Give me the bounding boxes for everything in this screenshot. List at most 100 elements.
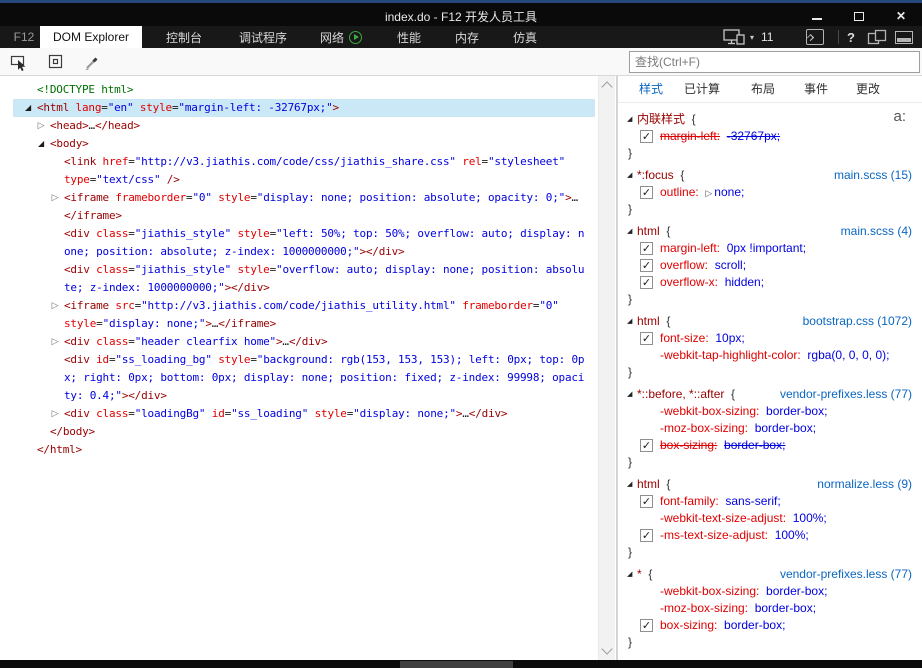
stylesheet-link[interactable]: main.scss (4): [841, 223, 912, 240]
scroll-down-icon[interactable]: [601, 643, 613, 655]
attribute-name-token: style: [237, 227, 270, 240]
highlight-elements-button[interactable]: [44, 51, 68, 73]
attribute-name-token: style: [314, 407, 347, 420]
dom-tree-node[interactable]: </body>: [0, 423, 598, 441]
dom-tree-node[interactable]: type="text/css" />: [0, 171, 598, 189]
open-brace: {: [685, 112, 696, 126]
help-button[interactable]: ?: [847, 26, 855, 48]
tag-token: <head>: [50, 119, 89, 132]
dom-tree-scrollbar[interactable]: [598, 76, 615, 660]
property-checkbox[interactable]: ✓: [640, 276, 653, 289]
property-checkbox[interactable]: ✓: [640, 259, 653, 272]
styles-tab-styles[interactable]: 样式: [639, 76, 663, 102]
property-checkbox[interactable]: ✓: [640, 332, 653, 345]
dom-tree-node[interactable]: x; right: 0px; bottom: 0px; display: non…: [0, 369, 598, 387]
attribute-value-token: "text/css": [96, 173, 161, 186]
stylesheet-link[interactable]: vendor-prefixes.less (77): [780, 386, 912, 403]
dom-node-markup: one; position: absolute; z-index: 100000…: [0, 243, 598, 261]
dom-tree-node[interactable]: <!DOCTYPE html>: [0, 81, 598, 99]
property-checkbox[interactable]: ✓: [640, 529, 653, 542]
dom-tree-node[interactable]: </html>: [0, 441, 598, 459]
tab-console[interactable]: 控制台: [154, 26, 214, 48]
property-checkbox[interactable]: ✓: [640, 619, 653, 632]
tab-label: 内存: [454, 30, 479, 45]
dom-tree-node[interactable]: <div class="jiathis_style" style="overfl…: [0, 261, 598, 279]
dock-button[interactable]: [895, 26, 913, 48]
dom-tree-node[interactable]: ▷ <iframe src="http://v3.jiathis.com/code…: [0, 297, 598, 315]
color-picker-button[interactable]: [80, 51, 104, 73]
dom-tree-node[interactable]: ◢ <body>: [0, 135, 598, 153]
property-checkbox[interactable]: ✓: [640, 242, 653, 255]
css-declaration: -webkit-text-size-adjust: 100%;: [618, 510, 922, 527]
unpin-window-button[interactable]: [867, 26, 888, 48]
collapse-rule-icon[interactable]: ◢: [627, 386, 632, 403]
search-input[interactable]: [629, 51, 920, 73]
dom-tree-node[interactable]: ▷ <div class="header clearfix home">…</di…: [0, 333, 598, 351]
css-declaration: -webkit-box-sizing: border-box;: [618, 583, 922, 600]
property-name: -moz-box-sizing:: [660, 421, 749, 435]
property-checkbox[interactable]: ✓: [640, 495, 653, 508]
tab-dom-explorer[interactable]: DOM Explorer: [40, 26, 142, 48]
collapse-rule-icon[interactable]: ◢: [627, 167, 632, 184]
attribute-name-token: src: [115, 299, 135, 312]
tab-memory[interactable]: 内存: [442, 26, 492, 48]
collapse-rule-icon[interactable]: ◢: [627, 313, 632, 330]
dom-tree-node[interactable]: ◢ <html lang="en" style="margin-left: -32…: [0, 99, 598, 117]
attribute-name-token: id: [211, 407, 225, 420]
property-name: margin-left:: [660, 241, 721, 255]
dom-tree-node[interactable]: <div class="jiathis_style" style="left: …: [0, 225, 598, 243]
tag-token: ></div>: [224, 281, 270, 294]
styles-tab-layout[interactable]: 布局: [751, 76, 775, 102]
css-rule-close: }: [628, 455, 633, 469]
dom-tree-node[interactable]: ▷ <div class="loadingBg" id="ss_loading" …: [0, 405, 598, 423]
dom-tree-node[interactable]: one; position: absolute; z-index: 100000…: [0, 243, 598, 261]
dom-tree-node[interactable]: ▷ <iframe frameborder="0" style="display:…: [0, 189, 598, 207]
tab-debugger[interactable]: 调试程序: [228, 26, 298, 48]
minimize-button[interactable]: [804, 7, 830, 25]
stylesheet-link[interactable]: vendor-prefixes.less (77): [780, 566, 912, 583]
tab-label: 网络: [319, 30, 344, 45]
css-property-row: ✓ box-sizing: border-box;: [618, 617, 922, 634]
stylesheet-link[interactable]: bootstrap.css (1072): [803, 313, 912, 330]
tab-emulation[interactable]: 仿真: [500, 26, 550, 48]
property-value: scroll;: [714, 258, 747, 272]
tab-network[interactable]: 网络: [308, 26, 374, 48]
dom-tree-node[interactable]: <link href="http://v3.jiathis.com/code/c…: [0, 153, 598, 171]
css-rule-header: ◢ html {bootstrap.css (1072): [618, 313, 922, 330]
expand-value-icon[interactable]: ▷: [705, 189, 712, 199]
close-button[interactable]: ✕: [888, 7, 914, 25]
css-property-row: ✓ margin-left: 0px !important;: [618, 240, 922, 257]
dom-tree-node[interactable]: style="display: none;">…</iframe>: [0, 315, 598, 333]
scroll-up-icon[interactable]: [601, 81, 613, 93]
dom-tree-node[interactable]: ▷ <head>…</head>: [0, 117, 598, 135]
styles-tab-computed[interactable]: 已计算: [684, 76, 720, 102]
dom-tree-node[interactable]: ty: 0.4;"></div>: [0, 387, 598, 405]
dom-tree-node[interactable]: te; z-index: 1000000000;"></div>: [0, 279, 598, 297]
f12-menu-button[interactable]: F12: [8, 26, 40, 48]
property-checkbox[interactable]: ✓: [640, 186, 653, 199]
css-rule: ◢ *::before, *::after {vendor-prefixes.le…: [618, 386, 922, 471]
collapse-rule-icon[interactable]: ◢: [627, 566, 632, 583]
styles-tab-changes[interactable]: 更改: [856, 76, 880, 102]
tag-token: <div: [64, 335, 97, 348]
dom-tree-node[interactable]: </iframe>: [0, 207, 598, 225]
stylesheet-link[interactable]: main.scss (15): [834, 167, 912, 184]
maximize-button[interactable]: [846, 7, 872, 25]
collapse-rule-icon[interactable]: ◢: [627, 111, 632, 128]
stylesheet-link[interactable]: normalize.less (9): [817, 476, 912, 493]
select-element-button[interactable]: [8, 51, 32, 73]
document-mode-selector[interactable]: ▾ 11: [723, 26, 773, 48]
css-rule-close: }: [628, 365, 633, 379]
styles-tab-events[interactable]: 事件: [804, 76, 828, 102]
property-checkbox[interactable]: ✓: [640, 439, 653, 452]
tab-performance[interactable]: 性能: [384, 26, 434, 48]
tag-token: >: [332, 101, 340, 114]
property-checkbox[interactable]: ✓: [640, 130, 653, 143]
doctype-token: <!DOCTYPE html>: [37, 83, 134, 96]
collapse-rule-icon[interactable]: ◢: [627, 476, 632, 493]
open-brace: {: [659, 314, 671, 328]
open-console-button[interactable]: [806, 26, 824, 48]
attribute-value-token: one; position: absolute; z-index: 100000…: [64, 245, 360, 258]
collapse-rule-icon[interactable]: ◢: [627, 223, 632, 240]
dom-tree-node[interactable]: <div id="ss_loading_bg" style="backgroun…: [0, 351, 598, 369]
